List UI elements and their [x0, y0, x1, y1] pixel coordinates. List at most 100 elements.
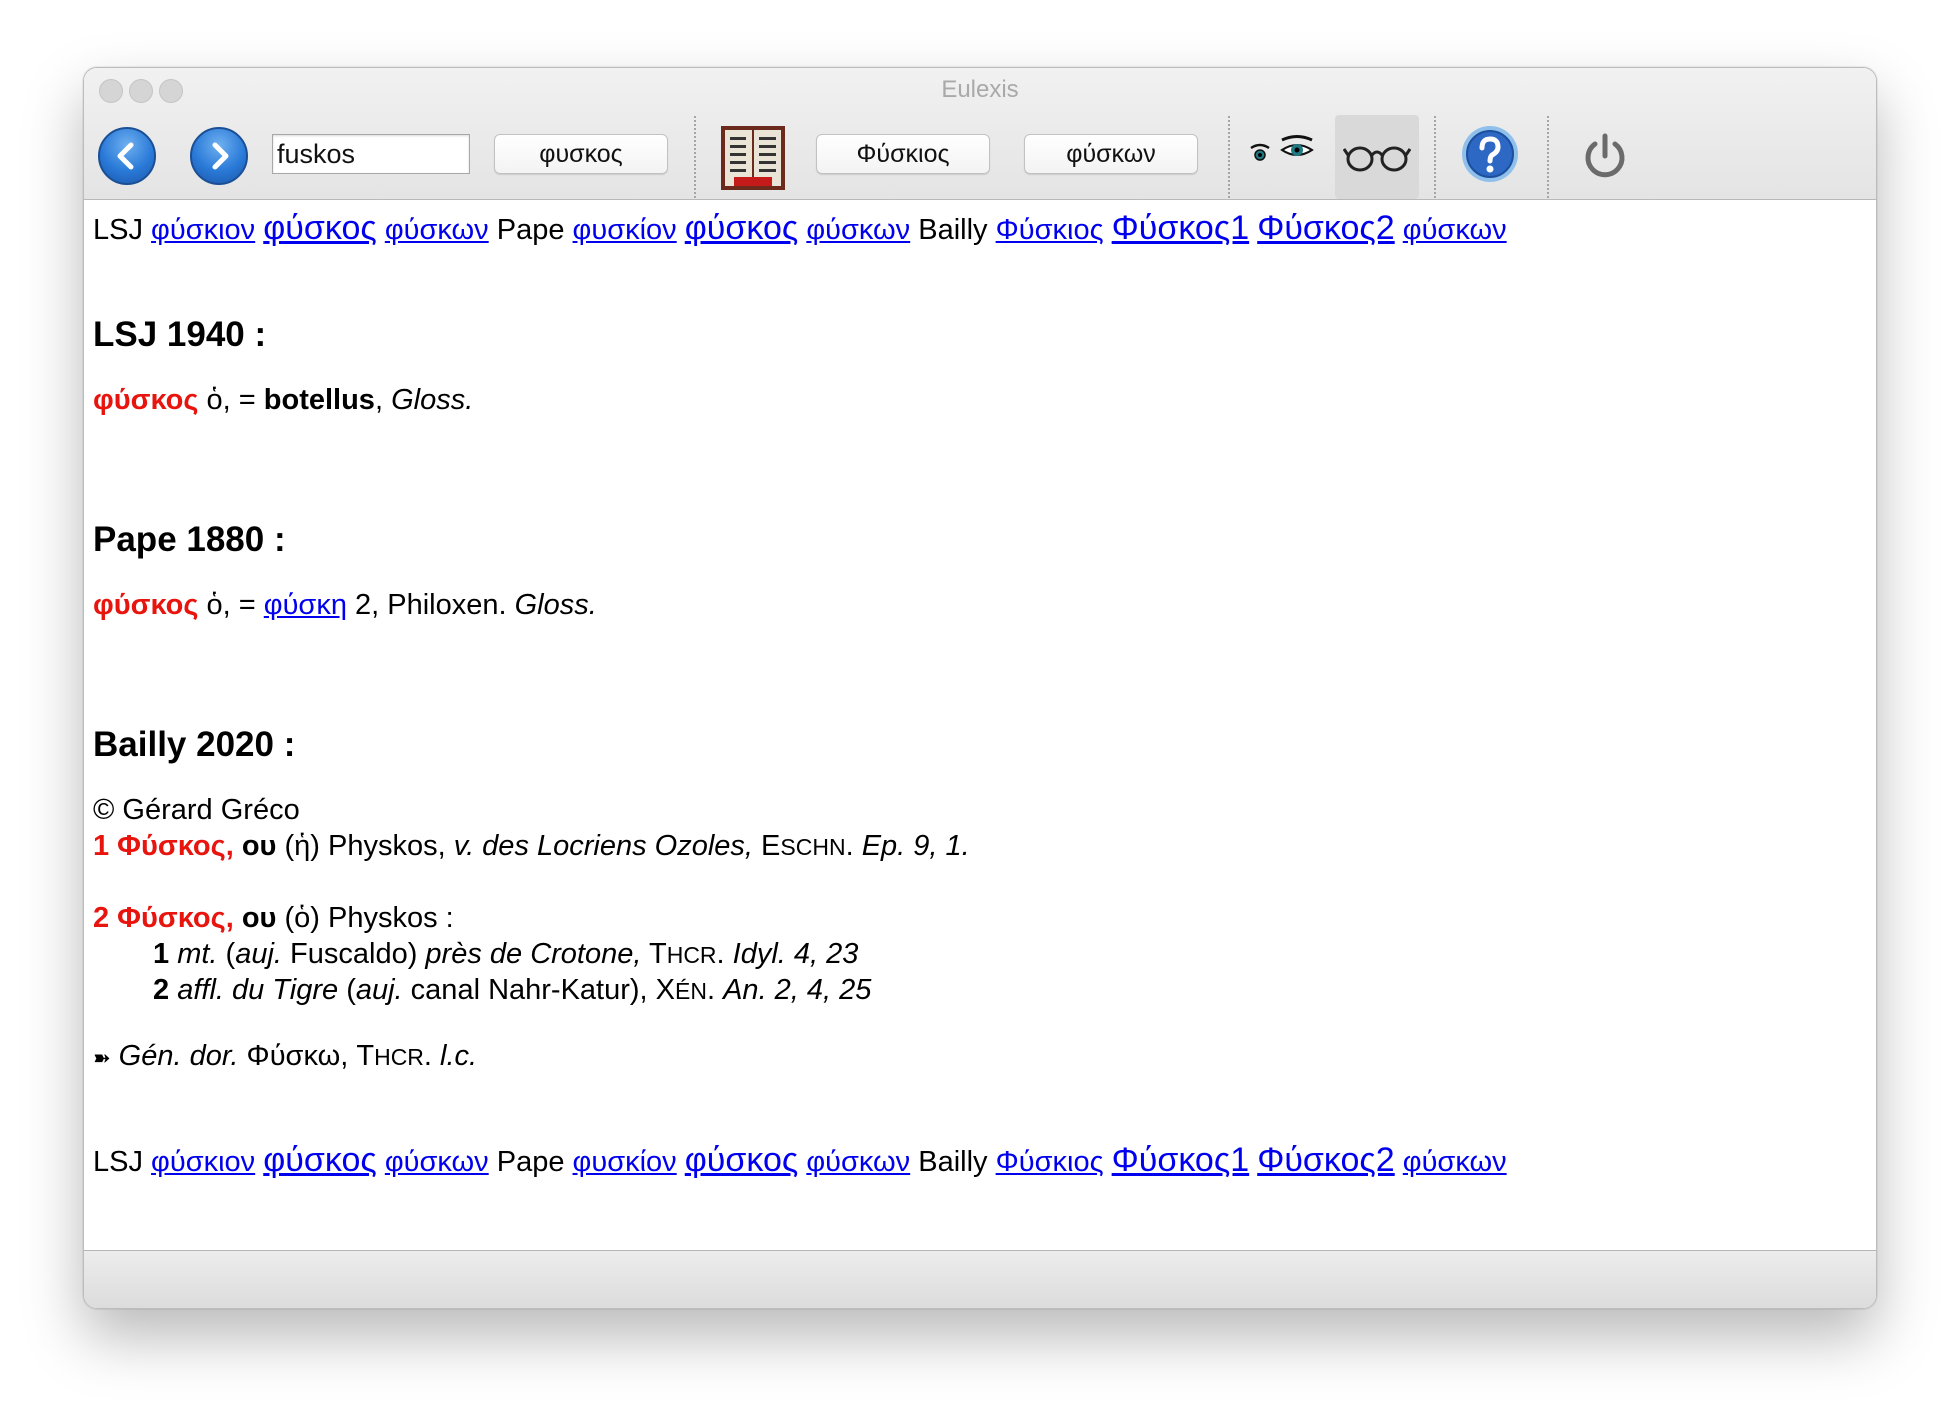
greek-dictionary-icon[interactable]	[720, 125, 786, 191]
pape-headword: φύσκος	[93, 589, 199, 621]
sense-1-number: 1	[153, 938, 170, 970]
pape-heading: Pape 1880 :	[93, 520, 286, 559]
bailly-link-fuskos1[interactable]: Φύσκος1	[1112, 209, 1250, 247]
glasses-icon	[1343, 146, 1411, 172]
lsj-label: LSJ	[93, 1146, 143, 1178]
bailly-sense-2: 2 affl. du Tigre (auj. canal Nahr-Katur)…	[153, 974, 871, 1007]
bailly-link-fuskos2[interactable]: Φύσκος2	[1257, 209, 1395, 247]
lsj-comma: ,	[374, 384, 392, 416]
lsj-link-fuskos[interactable]: φύσκος	[263, 209, 377, 247]
sense-1-e: près de Crotone,	[425, 938, 642, 970]
titlebar-toolbar: Eulexis φυσκος	[84, 68, 1876, 200]
etymology-author-rest: HCR	[374, 1044, 424, 1070]
pape-link-fuskion[interactable]: φυσκίον	[573, 1146, 677, 1178]
dictionary-nav-top: LSJ φύσκιον φύσκος φύσκων Pape φυσκίον φ…	[93, 209, 1507, 248]
etymology-a: Gén. dor.	[110, 1040, 239, 1072]
bailly-label: Bailly	[918, 1146, 988, 1178]
bailly-link-fuskon[interactable]: φύσκων	[1403, 1146, 1507, 1178]
bailly-e1-space	[753, 830, 761, 862]
lemma-button-2[interactable]: φύσκων	[1024, 134, 1198, 174]
pape-link-fuskon[interactable]: φύσκων	[806, 1146, 910, 1178]
eye-large-icon	[1280, 135, 1314, 156]
sense-1-c: auj.	[235, 938, 282, 970]
lsj-link-fuskion[interactable]: φύσκιον	[151, 1146, 255, 1178]
sense-2-c: auj.	[355, 974, 403, 1006]
lsj-link-fuskion[interactable]: φύσκιον	[151, 214, 255, 246]
bailly-sense-1: 1 mt. (auj. Fuscaldo) près de Crotone, T…	[153, 938, 858, 971]
bailly-e1-article: (ἡ) Physkos,	[276, 830, 454, 862]
glasses-button[interactable]	[1335, 115, 1419, 199]
lsj-source: Gloss.	[391, 384, 474, 416]
bailly-copyright: © Gérard Gréco	[93, 794, 300, 826]
pape-label: Pape	[496, 214, 565, 246]
etymology-arrow-icon: ➽	[93, 1047, 111, 1070]
lsj-label: LSJ	[93, 214, 143, 246]
sense-1-a: mt.	[169, 938, 218, 970]
sense-1-g: .	[716, 938, 733, 970]
power-icon[interactable]	[1581, 132, 1629, 180]
greek-conversion-button[interactable]: φυσκος	[494, 134, 668, 174]
sense-2-author-rest: ÉN	[675, 978, 707, 1004]
bailly-e1-dot: .	[845, 830, 862, 862]
sense-1-author-rest: HCR	[666, 942, 717, 968]
status-bar	[84, 1250, 1876, 1308]
pape-entry: φύσκος ὁ, = φύσκη 2, Philoxen. Gloss.	[93, 589, 597, 622]
bailly-link-fuskos1[interactable]: Φύσκος1	[1112, 1141, 1250, 1179]
bailly-e2-headword: 2 Φύσκος,	[93, 902, 234, 934]
lsj-headword: φύσκος	[93, 384, 199, 416]
sense-2-g: .	[706, 974, 724, 1006]
sense-1-author-initial: T	[648, 938, 667, 970]
lsj-link-fuskon[interactable]: φύσκων	[385, 214, 489, 246]
bailly-e1-headword: 1 Φύσκος,	[93, 830, 234, 862]
bailly-link-fuskios[interactable]: Φύσκιος	[996, 1146, 1104, 1178]
pape-link-fuske[interactable]: φύσκη	[264, 589, 347, 621]
bailly-e1-author-initial: E	[761, 830, 781, 862]
toolbar-separator	[1228, 116, 1230, 198]
bailly-e1-author-rest: SCHN	[780, 834, 846, 860]
toolbar-separator	[1434, 116, 1436, 198]
search-input[interactable]	[272, 134, 470, 174]
pape-link-fuskos[interactable]: φύσκος	[685, 209, 799, 247]
etymology-c: .	[423, 1040, 441, 1072]
bailly-link-fuskios[interactable]: Φύσκιος	[996, 214, 1104, 246]
lsj-link-fuskon[interactable]: φύσκων	[385, 1146, 489, 1178]
forward-arrow-icon	[212, 142, 229, 170]
lsj-heading: LSJ 1940 :	[93, 315, 267, 354]
etymology-author-initial: T	[356, 1040, 375, 1072]
back-arrow-icon	[117, 142, 134, 170]
pape-after: 2, Philoxen.	[346, 589, 515, 621]
pape-link-fuskon[interactable]: φύσκων	[806, 214, 910, 246]
sense-1-reference: Idyl. 4, 23	[732, 938, 859, 970]
app-window: Eulexis φυσκος	[83, 67, 1877, 1309]
sense-1-d: Fuscaldo)	[281, 938, 426, 970]
lemma-button-1[interactable]: Φύσκιος	[816, 134, 990, 174]
sense-2-reference: An. 2, 4, 25	[723, 974, 872, 1006]
sense-2-d: canal Nahr-Katur),	[402, 974, 656, 1006]
bailly-e2-article: (ὁ) Physkos :	[276, 902, 454, 934]
bailly-e1-reference: Ep. 9, 1.	[861, 830, 970, 862]
help-icon[interactable]	[1460, 124, 1520, 184]
sense-1-f	[641, 938, 649, 970]
forward-button[interactable]	[190, 127, 248, 185]
pape-source: Gloss.	[514, 589, 597, 621]
dictionary-content: LSJ φύσκιον φύσκος φύσκων Pape φυσκίον φ…	[84, 200, 1876, 1250]
etymology-reference: l.c.	[440, 1040, 478, 1072]
pape-link-fuskos[interactable]: φύσκος	[685, 1141, 799, 1179]
sense-2-number: 2	[153, 974, 170, 1006]
bailly-e1-genitive: ου	[233, 830, 277, 862]
bailly-link-fuskon[interactable]: φύσκων	[1403, 214, 1507, 246]
dictionary-nav-bottom: LSJ φύσκιον φύσκος φύσκων Pape φυσκίον φ…	[93, 1141, 1507, 1180]
lsj-gloss: botellus	[263, 384, 375, 416]
sense-2-b: (	[338, 974, 356, 1006]
bailly-e1-description: v. des Locriens Ozoles,	[453, 830, 753, 862]
bailly-link-fuskos2[interactable]: Φύσκος2	[1257, 1141, 1395, 1179]
lsj-entry: φύσκος ὁ, = botellus, Gloss.	[93, 384, 473, 417]
eye-icons[interactable]	[1248, 134, 1318, 170]
bailly-entry-1: 1 Φύσκος, ου (ἡ) Physkos, v. des Locrien…	[93, 830, 970, 863]
pape-link-fuskion[interactable]: φυσκίον	[573, 214, 677, 246]
back-button[interactable]	[98, 127, 156, 185]
sense-1-b: (	[217, 938, 236, 970]
toolbar-separator	[1547, 116, 1549, 198]
etymology-b: Φύσκω,	[238, 1040, 357, 1072]
lsj-link-fuskos[interactable]: φύσκος	[263, 1141, 377, 1179]
